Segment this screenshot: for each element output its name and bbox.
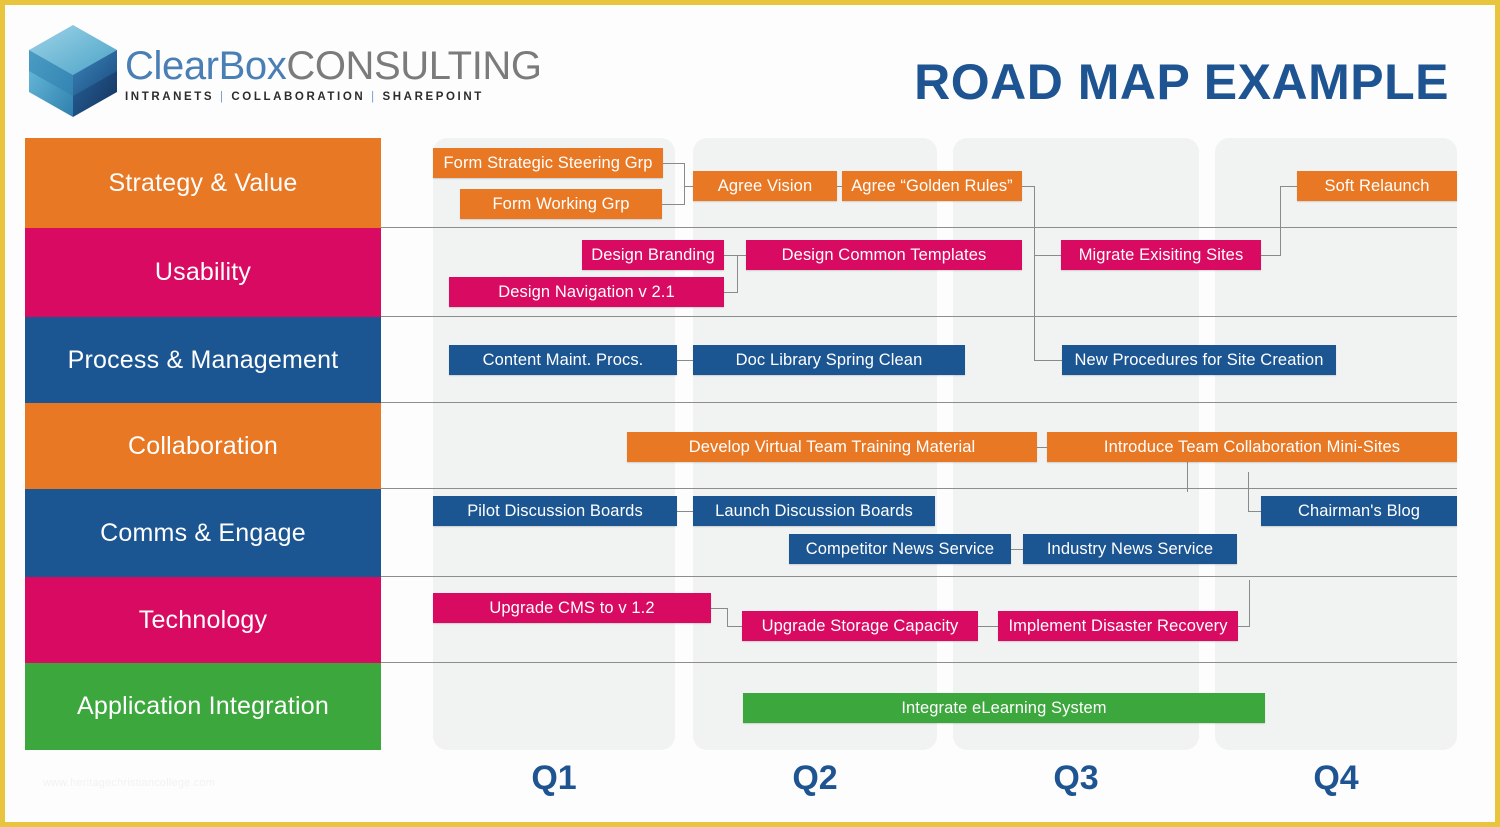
lane-divider (381, 488, 1457, 489)
connector-segment (727, 608, 728, 626)
tagline-collaboration: COLLABORATION (231, 91, 366, 103)
swimlane-technology: Technology (25, 577, 381, 663)
lane-divider (381, 316, 1457, 317)
brand-clear: Clear (125, 44, 219, 88)
connector-segment (677, 360, 694, 361)
connector-segment (677, 511, 694, 512)
cube-logo-icon (29, 25, 117, 117)
connector-segment (737, 255, 738, 293)
task-bar[interactable]: Migrate Exisiting Sites (1061, 240, 1261, 270)
connector-segment (1261, 255, 1281, 256)
task-bar[interactable]: Integrate eLearning System (743, 693, 1265, 723)
clearbox-logo: ClearBoxCONSULTING INTRANETS | COLLABORA… (25, 19, 542, 124)
connector-segment (1034, 186, 1035, 360)
connector-segment (1280, 186, 1281, 256)
task-bar[interactable]: New Procedures for Site Creation (1062, 345, 1336, 375)
roadmap-slide: ClearBoxCONSULTING INTRANETS | COLLABORA… (0, 0, 1500, 827)
brand-box: Box (218, 44, 287, 88)
connector-segment (684, 163, 685, 205)
task-bar[interactable]: Competitor News Service (789, 534, 1011, 564)
swimlane-usability: Usability (25, 228, 381, 317)
task-bar[interactable]: Industry News Service (1023, 534, 1237, 564)
connector-segment (1034, 255, 1062, 256)
connector-segment (724, 255, 738, 256)
task-bar[interactable]: Soft Relaunch (1297, 171, 1457, 201)
quarter-label-q4: Q4 (1313, 759, 1359, 797)
logo-wordmark: ClearBoxCONSULTING INTRANETS | COLLABORA… (125, 45, 542, 103)
page-title: ROAD MAP EXAMPLE (914, 54, 1449, 110)
connector-segment (1249, 580, 1250, 627)
connector-segment (1187, 462, 1188, 492)
task-bar[interactable]: Develop Virtual Team Training Material (627, 432, 1037, 462)
task-bar[interactable]: Design Common Templates (746, 240, 1022, 270)
task-bar[interactable]: Design Navigation v 2.1 (449, 277, 724, 307)
brand-consulting: CONSULTING (286, 44, 542, 88)
connector-segment (1034, 360, 1062, 361)
connector-segment (711, 608, 728, 609)
swimlane-process-management: Process & Management (25, 317, 381, 403)
task-bar[interactable]: Content Maint. Procs. (449, 345, 677, 375)
watermark: www.heritagechristiancollege.com (43, 777, 216, 789)
task-bar[interactable]: Chairman's Blog (1261, 496, 1457, 526)
connector-segment (1248, 472, 1249, 512)
connector-segment (1280, 186, 1298, 187)
task-bar[interactable]: Doc Library Spring Clean (693, 345, 965, 375)
connector-segment (724, 292, 738, 293)
task-bar[interactable]: Pilot Discussion Boards (433, 496, 677, 526)
task-bar[interactable]: Agree Vision (693, 171, 837, 201)
task-bar[interactable]: Agree “Golden Rules” (842, 171, 1022, 201)
lane-divider (381, 576, 1457, 577)
task-bar[interactable]: Upgrade CMS to v 1.2 (433, 593, 711, 623)
lane-divider (381, 662, 1457, 663)
tagline-separator-1: | (214, 91, 232, 103)
task-bar[interactable]: Form Strategic Steering Grp (433, 148, 663, 178)
task-bar[interactable]: Form Working Grp (460, 189, 662, 219)
lane-divider (381, 227, 1457, 228)
quarter-label-q3: Q3 (1053, 759, 1099, 797)
connector-segment (663, 163, 685, 164)
task-bar[interactable]: Design Branding (582, 240, 724, 270)
swimlane-comms-engage: Comms & Engage (25, 489, 381, 577)
swimlane-application-integration: Application Integration (25, 663, 381, 750)
tagline-intranets: INTRANETS (125, 91, 215, 103)
connector-segment (1248, 511, 1262, 512)
quarter-label-q2: Q2 (792, 759, 838, 797)
brand-name: ClearBoxCONSULTING (125, 45, 542, 87)
connector-segment (727, 626, 743, 627)
swimlane-strategy-value: Strategy & Value (25, 138, 381, 228)
lane-divider (381, 402, 1457, 403)
task-bar[interactable]: Launch Discussion Boards (693, 496, 935, 526)
connector-segment (662, 204, 685, 205)
quarter-label-q1: Q1 (531, 759, 577, 797)
connector-segment (978, 626, 999, 627)
brand-tagline: INTRANETS | COLLABORATION | SHAREPOINT (125, 91, 542, 103)
task-bar[interactable]: Introduce Team Collaboration Mini-Sites (1047, 432, 1457, 462)
task-bar[interactable]: Implement Disaster Recovery (998, 611, 1238, 641)
task-bar[interactable]: Upgrade Storage Capacity (742, 611, 978, 641)
slide-header: ClearBoxCONSULTING INTRANETS | COLLABORA… (5, 5, 1495, 133)
tagline-sharepoint: SHAREPOINT (382, 91, 484, 103)
swimlane-collaboration: Collaboration (25, 403, 381, 489)
tagline-separator-2: | (365, 91, 383, 103)
